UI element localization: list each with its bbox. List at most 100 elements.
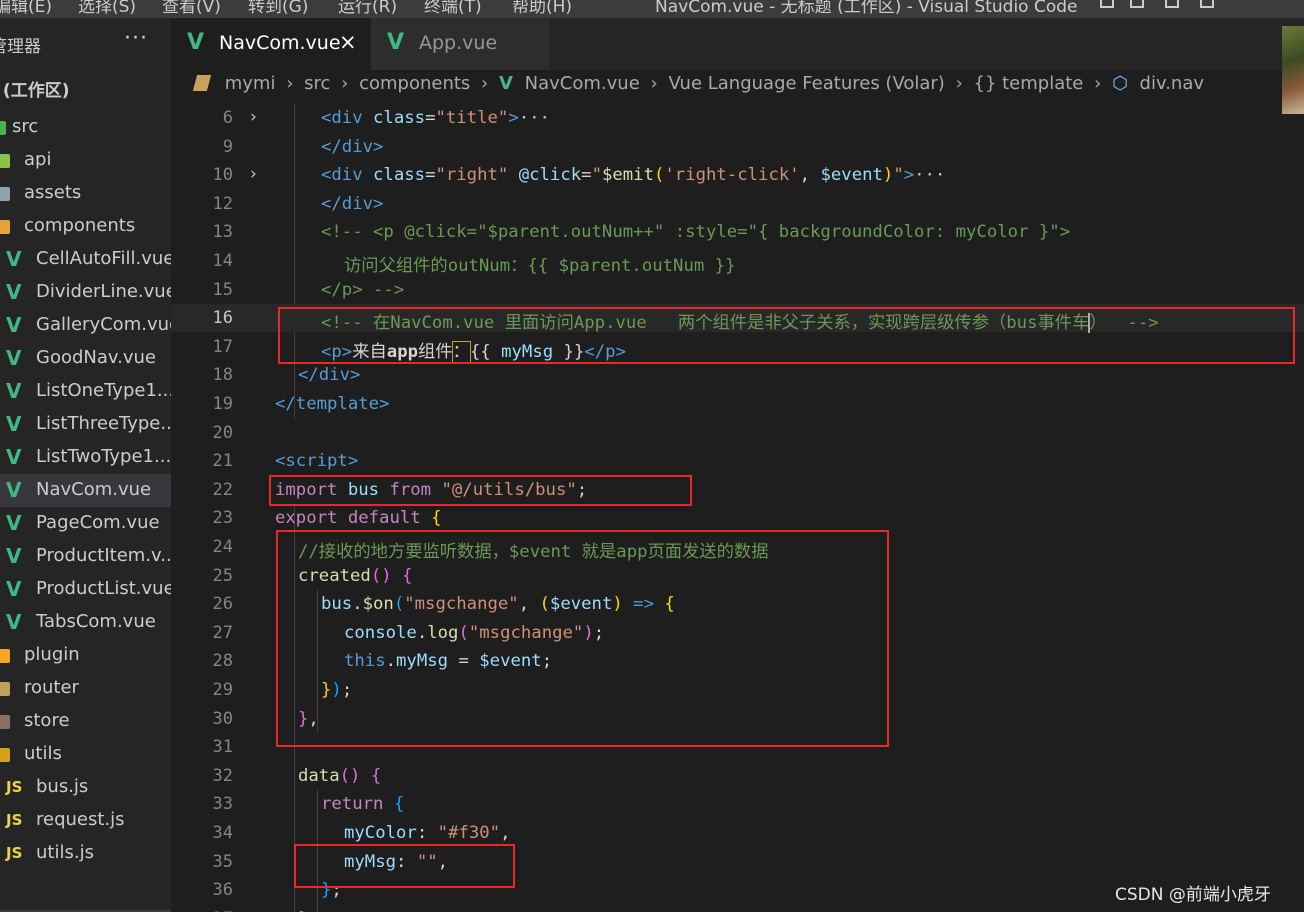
code-token: console — [344, 622, 417, 643]
sidebar-item-productitem-v[interactable]: V ProductItem.v... — [0, 540, 171, 573]
code-token: {{ — [469, 341, 502, 362]
code-line[interactable]: 14 访问父组件的outNum：{{ $parent.outNum }} — [171, 247, 1304, 276]
sidebar-item-productlist-vue[interactable]: V ProductList.vue — [0, 573, 171, 606]
sidebar-item-navcom-vue[interactable]: V NavCom.vue — [0, 474, 171, 507]
sidebar-item-gallerycom-vue[interactable]: V GalleryCom.vue — [0, 309, 171, 342]
code-line[interactable]: 33 return { — [171, 790, 1304, 818]
sidebar-item-store[interactable]: store — [0, 705, 171, 738]
code-line[interactable]: 37} — [171, 905, 1304, 912]
code-line[interactable]: 24 //接收的地方要监听数据，$event 就是app页面发送的数据 — [171, 533, 1304, 562]
breadcrumb-item[interactable]: components — [359, 73, 470, 94]
avatar-thumbnail — [1282, 26, 1304, 114]
fold-chevron-icon[interactable]: › — [250, 164, 257, 184]
sidebar-item-assets[interactable]: assets — [0, 177, 171, 210]
customize-layout-icon[interactable] — [1200, 0, 1214, 8]
folder-src-icon — [0, 121, 6, 135]
line-number: 36 — [212, 880, 233, 901]
code-line[interactable]: 22 import bus from "@/utils/bus"; — [171, 476, 1304, 504]
code-editor[interactable]: 6 › <div class="title">··· 9 </div> 10 › <div c… — [171, 104, 1304, 912]
sidebar-item-plugin[interactable]: plugin — [0, 639, 171, 672]
workspace-title[interactable]: 无标题 (工作区) — [0, 76, 69, 101]
code-line[interactable]: 12 </div> — [171, 190, 1304, 218]
sidebar-item-label: NavCom.vue — [36, 479, 152, 500]
code-line[interactable]: 26 bus.$on("msgchange", ($event) => { — [171, 590, 1304, 618]
code-line[interactable]: 34 myColor: "#f30", — [171, 819, 1304, 847]
code-line[interactable]: 28 this.myMsg = $event; — [171, 647, 1304, 675]
sidebar-item-dividerline-vue[interactable]: V DividerLine.vue — [0, 276, 171, 309]
breadcrumb-item[interactable]: {} template — [974, 73, 1084, 94]
sidebar-item-listthreetype[interactable]: V ListThreeType... — [0, 408, 171, 441]
breadcrumb-item[interactable]: NavCom.vue — [525, 73, 640, 94]
code-line[interactable]: 20 — [171, 419, 1304, 447]
sidebar-item-tabscom-vue[interactable]: V TabsCom.vue — [0, 606, 171, 639]
menu-item[interactable]: 查看(V) — [162, 0, 221, 17]
line-number: 6 — [222, 108, 233, 128]
sidebar-item-utils-js[interactable]: JS utils.js — [0, 837, 171, 870]
sidebar-item-request-js[interactable]: JS request.js — [0, 804, 171, 837]
sidebar-item-cellautofill-vue[interactable]: V CellAutoFill.vue — [0, 243, 171, 276]
code-line[interactable]: 6 › <div class="title">··· — [171, 104, 1304, 132]
menu-item[interactable]: 运行(R) — [338, 0, 397, 17]
more-actions-icon[interactable]: ··· — [124, 26, 148, 51]
sidebar-item-components[interactable]: components — [0, 210, 171, 243]
sidebar-item-listonetype1[interactable]: V ListOneType1... — [0, 375, 171, 408]
code-token: . — [352, 594, 363, 615]
code-line[interactable]: 15 </p> --> — [171, 276, 1304, 304]
code-line[interactable]: 10 › <div class="right" @click="$emit('rig… — [171, 161, 1304, 189]
breadcrumb-item[interactable]: div.nav — [1140, 73, 1205, 94]
sidebar-item-bus-js[interactable]: JS bus.js — [0, 771, 171, 804]
vue-file-icon: V — [6, 247, 22, 271]
code-line[interactable]: 31 — [171, 733, 1304, 761]
chevron-right-icon: › — [955, 72, 963, 94]
code-token: <p> — [321, 341, 353, 362]
code-line[interactable]: 9 </div> — [171, 133, 1304, 161]
split-editor-icon[interactable] — [1165, 0, 1179, 8]
code-line[interactable]: 35 myMsg: "", — [171, 848, 1304, 876]
code-line[interactable]: 13 <!-- <p @click="$parent.outNum++" :sty… — [171, 218, 1304, 246]
sidebar-item-router[interactable]: router — [0, 672, 171, 705]
menu-item[interactable]: 终端(T) — [424, 0, 482, 17]
sidebar-item-label: GalleryCom.vue — [36, 314, 171, 335]
menu-item[interactable]: 选择(S) — [78, 0, 136, 17]
tab-app[interactable]: V App.vue — [371, 18, 549, 70]
close-icon[interactable]: × — [339, 30, 357, 54]
chevron-right-icon: › — [1094, 72, 1102, 94]
code-token: = — [581, 165, 592, 186]
code-token: ··· — [914, 165, 946, 186]
menu-item[interactable]: 帮助(H) — [512, 0, 572, 17]
code-line[interactable]: 25 created() { — [171, 562, 1304, 590]
sidebar-item-src[interactable]: src — [0, 111, 171, 144]
tab-navcom[interactable]: V NavCom.vue × — [171, 18, 371, 70]
breadcrumb-item[interactable]: src — [304, 73, 330, 94]
code-line[interactable]: 17 <p>来自app组件：{{ myMsg }}</p> — [171, 333, 1304, 363]
sidebar-item-api[interactable]: api — [0, 144, 171, 177]
panel-toggle-icon[interactable] — [1130, 0, 1144, 8]
breadcrumb-item[interactable]: mymi — [225, 73, 276, 94]
code-line[interactable]: 23 export default { — [171, 504, 1304, 532]
sidebar-item-pagecom-vue[interactable]: V PageCom.vue — [0, 507, 171, 540]
code-line[interactable]: 18 </div> — [171, 361, 1304, 389]
sidebar-item-listtwotype1[interactable]: V ListTwoType1... — [0, 441, 171, 474]
sidebar-item-label: ProductItem.v... — [36, 545, 171, 566]
code-token: myMsg — [501, 341, 554, 362]
code-line[interactable]: 19 </template> — [171, 390, 1304, 418]
sidebar-item-utils[interactable]: utils — [0, 738, 171, 771]
code-line[interactable]: 30}, — [171, 705, 1304, 733]
layout-toggle-icon[interactable] — [1100, 0, 1114, 8]
code-text: }); — [321, 680, 352, 700]
menu-item[interactable]: 编辑(E) — [0, 0, 52, 17]
code-line[interactable]: 27 console.log("msgchange"); — [171, 619, 1304, 647]
menu-item[interactable]: 转到(G) — [248, 0, 308, 17]
code-line[interactable]: 32 data() { — [171, 762, 1304, 790]
vue-file-icon: V — [6, 379, 22, 403]
line-number: 12 — [212, 193, 233, 214]
code-token: this — [344, 651, 386, 672]
breadcrumb-item[interactable]: Vue Language Features (Volar) — [668, 73, 944, 94]
code-token: ) — [612, 594, 623, 615]
code-line[interactable]: 16 <!-- 在NavCom.vue 里面访问App.vue 两个组件是非父子关… — [171, 304, 1304, 334]
fold-chevron-icon[interactable]: › — [250, 107, 257, 127]
code-line[interactable]: 21 <script> — [171, 447, 1304, 475]
code-line[interactable]: 29}); — [171, 676, 1304, 704]
code-token: return — [321, 794, 394, 815]
sidebar-item-goodnav-vue[interactable]: V GoodNav.vue — [0, 342, 171, 375]
